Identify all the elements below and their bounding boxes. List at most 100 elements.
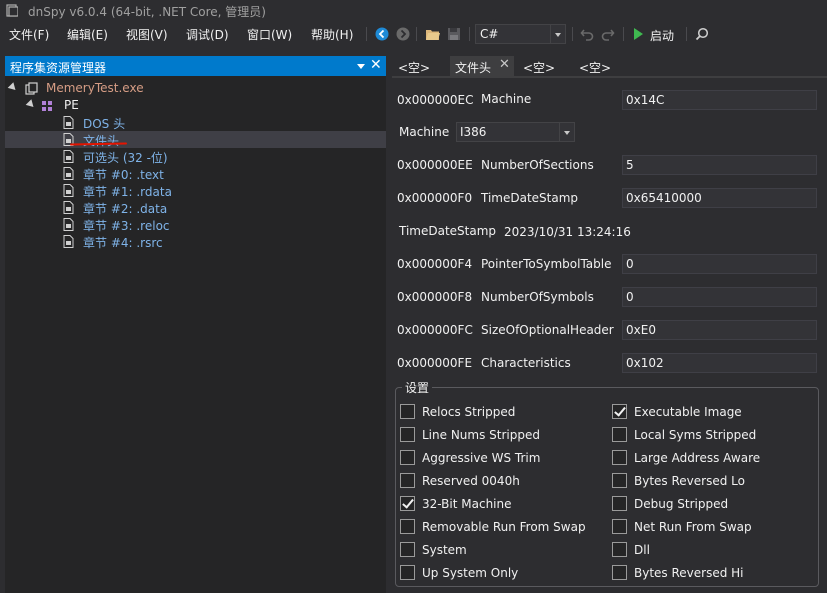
bytes-reversed-hi-checkbox[interactable] (612, 565, 627, 580)
bytes-reversed-lo-checkbox[interactable] (612, 473, 627, 488)
field-value: 5 (626, 158, 634, 172)
toolbar-separator (623, 27, 624, 41)
file-icon (63, 116, 74, 129)
back-icon[interactable] (373, 25, 391, 43)
timestamp-label: TimeDateStamp (399, 224, 497, 238)
number-of-symbols-field[interactable]: 0 (622, 287, 817, 307)
line-nums-stripped-checkbox[interactable] (400, 427, 415, 442)
aggressive-ws-trim-checkbox[interactable] (400, 450, 415, 465)
tab-empty-3[interactable]: <空> (576, 56, 626, 76)
tree-item-section-4[interactable]: 章节 #4: .rsrc (5, 233, 386, 250)
tree-item-label: 可选头 (32 -位) (83, 151, 168, 165)
tree-item-label: 章节 #2: .data (83, 202, 168, 216)
machine-select-value: I386 (460, 125, 487, 139)
menu-debug[interactable]: 调试(D) (186, 26, 229, 43)
language-value: C# (480, 27, 499, 41)
tab-empty-2[interactable]: <空> (518, 56, 568, 76)
tab-label: 文件头 (455, 61, 492, 75)
offset-label: 0x000000EE (397, 158, 473, 172)
relocs-stripped-checkbox[interactable] (400, 404, 415, 419)
tree-item-section-3[interactable]: 章节 #3: .reloc (5, 216, 386, 233)
toolbar-separator (366, 27, 367, 41)
offset-label: 0x000000FC (397, 323, 473, 337)
assembly-icon (25, 82, 38, 95)
checkbox-label: Debug Stripped (634, 497, 729, 511)
tab-label: <空> (579, 61, 612, 75)
machine-field[interactable]: 0x14C (622, 90, 817, 110)
checkbox-label: Dll (634, 543, 650, 557)
offset-label: 0x000000EC (397, 93, 474, 107)
toolbar-separator (572, 27, 573, 41)
debug-stripped-checkbox[interactable] (612, 496, 627, 511)
tab-file-header[interactable]: 文件头 ✕ (450, 56, 514, 76)
removable-run-from-swap-checkbox[interactable] (400, 519, 415, 534)
system-checkbox[interactable] (400, 542, 415, 557)
checkbox-label: Bytes Reversed Hi (634, 566, 744, 580)
menu-help[interactable]: 帮助(H) (311, 26, 353, 43)
tree-item-section-2[interactable]: 章节 #2: .data (5, 199, 386, 216)
menu-view[interactable]: 视图(V) (126, 26, 168, 43)
file-icon (63, 218, 74, 231)
expander-icon[interactable] (7, 82, 19, 93)
start-icon[interactable] (629, 25, 647, 43)
start-button-label[interactable]: 启动 (650, 27, 674, 44)
tab-label: <空> (398, 61, 431, 75)
tree-item-assembly[interactable]: MemeryTest.exe (5, 80, 386, 97)
machine-select[interactable]: I386 (456, 122, 575, 142)
tree-item-file-header[interactable]: 文件头 (5, 131, 386, 148)
tab-label: <空> (523, 61, 556, 75)
net-run-from-swap-checkbox[interactable] (612, 519, 627, 534)
tab-empty-1[interactable]: <空> (392, 56, 442, 76)
characteristics-field[interactable]: 0x102 (622, 353, 817, 373)
field-name: SizeOfOptionalHeader (481, 323, 614, 337)
file-icon (63, 150, 74, 163)
menu-file[interactable]: 文件(F) (9, 26, 49, 43)
close-icon[interactable]: ✕ (370, 57, 382, 73)
save-icon[interactable] (445, 25, 463, 43)
panel-menu-icon[interactable] (355, 60, 367, 72)
close-tab-icon[interactable]: ✕ (499, 57, 510, 72)
size-of-optional-header-field[interactable]: 0xE0 (622, 320, 817, 340)
undo-icon[interactable] (578, 25, 596, 43)
checkbox-label: Local Syms Stripped (634, 428, 757, 442)
offset-label: 0x000000F8 (397, 290, 473, 304)
redo-icon[interactable] (599, 25, 617, 43)
up-system-only-checkbox[interactable] (400, 565, 415, 580)
assembly-explorer: 程序集资源管理器 ✕ MemeryTest.exe PE DOS 头 文件头 可… (5, 56, 386, 593)
dll-checkbox[interactable] (612, 542, 627, 557)
file-icon (63, 167, 74, 180)
open-file-icon[interactable] (424, 25, 442, 43)
language-select[interactable]: C# (475, 24, 566, 44)
tree-item-pe[interactable]: PE (5, 97, 386, 114)
local-syms-stripped-checkbox[interactable] (612, 427, 627, 442)
field-value: 0x14C (626, 93, 665, 107)
pointer-to-symbol-table-field[interactable]: 0 (622, 254, 817, 274)
explorer-header: 程序集资源管理器 ✕ (5, 56, 386, 76)
time-date-stamp-field[interactable]: 0x65410000 (622, 188, 817, 208)
expander-icon[interactable] (25, 99, 37, 110)
field-name: NumberOfSymbols (481, 290, 594, 304)
executable-image-checkbox[interactable] (612, 404, 627, 419)
number-of-sections-field[interactable]: 5 (622, 155, 817, 175)
field-name: PointerToSymbolTable (481, 257, 612, 271)
chevron-down-icon[interactable] (559, 123, 574, 141)
toolbar-separator (416, 27, 417, 41)
file-icon (63, 184, 74, 197)
forward-icon[interactable] (394, 25, 412, 43)
menu-edit[interactable]: 编辑(E) (67, 26, 108, 43)
tree-item-section-0[interactable]: 章节 #0: .text (5, 165, 386, 182)
tree-item-section-1[interactable]: 章节 #1: .rdata (5, 182, 386, 199)
large-address-aware-checkbox[interactable] (612, 450, 627, 465)
window-title: dnSpy v6.0.4 (64-bit, .NET Core, 管理员) (28, 5, 266, 19)
toolbar-separator (686, 27, 687, 41)
checkbox-label: Bytes Reversed Lo (634, 474, 745, 488)
32-bit-machine-checkbox[interactable] (400, 496, 415, 511)
reserved-0040h-checkbox[interactable] (400, 473, 415, 488)
chevron-down-icon[interactable] (550, 25, 565, 43)
menu-window[interactable]: 窗口(W) (247, 26, 292, 43)
field-value: 0 (626, 290, 634, 304)
tree-item-optional-header[interactable]: 可选头 (32 -位) (5, 148, 386, 165)
document-tabs: <空> 文件头 ✕ <空> <空> (392, 56, 827, 76)
tree-item-dos-header[interactable]: DOS 头 (5, 114, 386, 131)
search-icon[interactable] (693, 25, 711, 43)
